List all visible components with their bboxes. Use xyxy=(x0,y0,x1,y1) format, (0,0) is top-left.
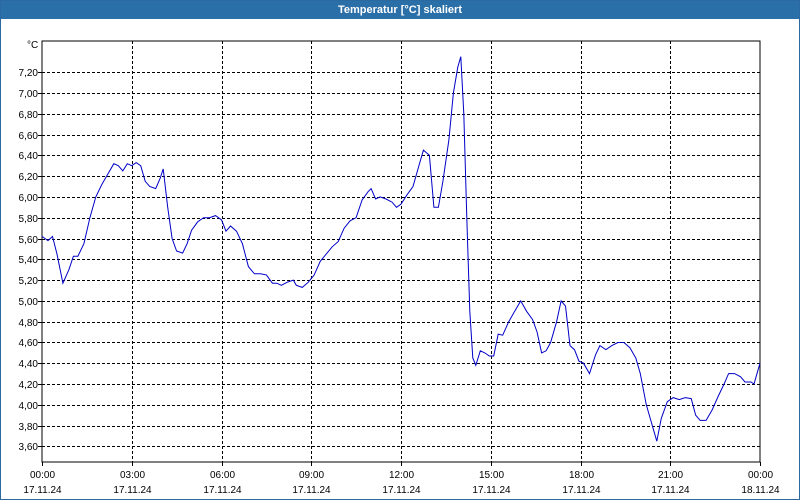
y-tick-label: 5,00 xyxy=(19,297,39,308)
x-tick-time-label: 00:00 xyxy=(30,470,55,481)
y-tick-label: 5,20 xyxy=(19,276,39,287)
y-tick-label: 4,40 xyxy=(19,359,39,370)
x-tick-date-label: 17.11.24 xyxy=(203,485,242,496)
y-axis-unit-label: °C xyxy=(27,40,38,51)
y-tick-label: 6,40 xyxy=(19,151,39,162)
y-tick-label: 6,00 xyxy=(19,193,39,204)
x-tick-time-label: 15:00 xyxy=(479,470,504,481)
x-tick-time-label: 18:00 xyxy=(569,470,594,481)
x-tick-time-label: 03:00 xyxy=(120,470,145,481)
y-tick-label: 6,60 xyxy=(19,131,39,142)
y-tick-label: 5,40 xyxy=(19,255,39,266)
x-tick-date-label: 17.11.24 xyxy=(562,485,601,496)
x-tick-date-label: 17.11.24 xyxy=(23,485,62,496)
y-tick-label: 6,80 xyxy=(19,110,39,121)
x-tick-time-label: 21:00 xyxy=(658,470,683,481)
y-tick-label: 4,80 xyxy=(19,318,39,329)
x-tick-time-label: 06:00 xyxy=(210,470,235,481)
window-title: Temperatur [°C] skaliert xyxy=(1,1,799,19)
y-tick-label: 6,20 xyxy=(19,172,39,183)
x-tick-time-label: 00:00 xyxy=(748,470,773,481)
x-tick-date-label: 18.11.24 xyxy=(741,485,780,496)
x-tick-time-label: 09:00 xyxy=(299,470,324,481)
y-tick-label: 7,20 xyxy=(19,68,39,79)
y-tick-label: 5,80 xyxy=(19,214,39,225)
x-tick-date-label: 17.11.24 xyxy=(382,485,421,496)
y-tick-label: 3,80 xyxy=(19,422,39,433)
y-tick-label: 3,60 xyxy=(19,442,39,453)
x-tick-date-label: 17.11.24 xyxy=(113,485,152,496)
y-tick-label: 5,60 xyxy=(19,235,39,246)
y-tick-label: 4,20 xyxy=(19,380,39,391)
x-tick-date-label: 17.11.24 xyxy=(472,485,511,496)
y-tick-label: 4,60 xyxy=(19,338,39,349)
y-tick-label: 7,00 xyxy=(19,89,39,100)
chart-area: °C 3,60 3,80 4,00 4,20 4,40 4,60 4,80 5,00 5,20 5,… xyxy=(1,19,799,499)
x-tick-date-label: 17.11.24 xyxy=(292,485,331,496)
y-tick-label: 4,00 xyxy=(19,401,39,412)
chart-window: Temperatur [°C] skaliert °C 3,60 3,80 4,00 4… xyxy=(0,0,800,500)
x-tick-time-label: 12:00 xyxy=(389,470,414,481)
temperature-chart: °C 3,60 3,80 4,00 4,20 4,40 4,60 4,80 5,00 5,20 5,… xyxy=(19,40,780,496)
x-tick-date-label: 17.11.24 xyxy=(651,485,690,496)
